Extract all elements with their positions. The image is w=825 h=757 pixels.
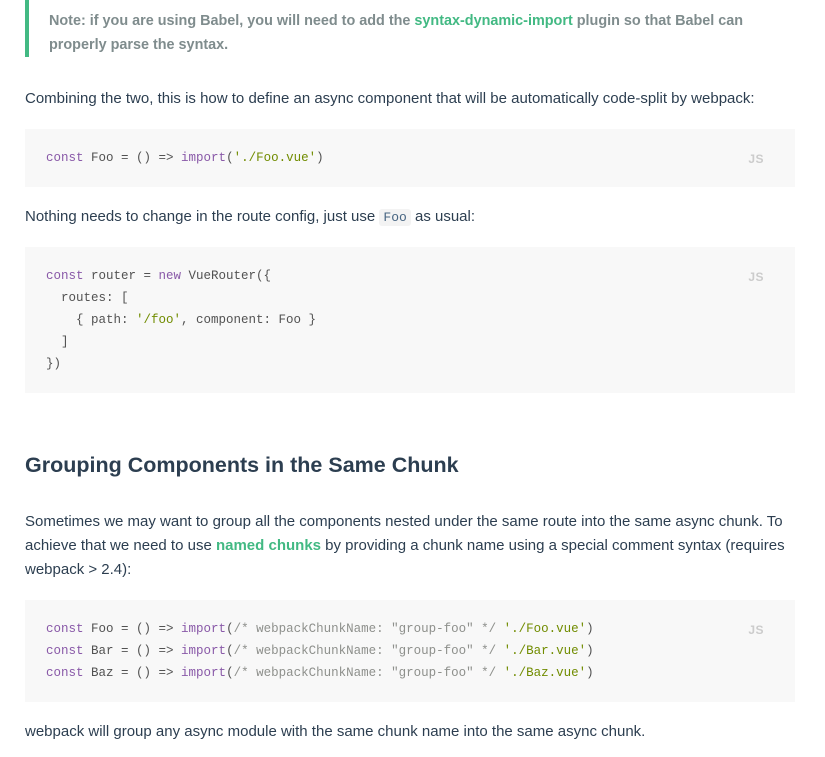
- code-block-chunks: JS const Foo = () => import(/* webpackCh…: [25, 600, 795, 702]
- syntax-dynamic-import-link[interactable]: syntax-dynamic-import: [414, 13, 572, 29]
- code-lines: const Foo = () => import(/* webpackChunk…: [46, 622, 594, 680]
- note-text-before: Note: if you are using Babel, you will n…: [49, 13, 415, 29]
- code-line: const Foo = () => import('./Foo.vue'): [46, 151, 324, 165]
- named-chunks-link[interactable]: named chunks: [216, 537, 321, 554]
- babel-note: Note: if you are using Babel, you will n…: [25, 0, 785, 57]
- webpack-group-paragraph: webpack will group any async module with…: [25, 723, 646, 740]
- grouping-paragraph: Sometimes we may want to group all the c…: [25, 513, 785, 578]
- route-config-paragraph: Nothing needs to change in the route con…: [25, 208, 476, 226]
- code-lang-label: JS: [748, 270, 764, 284]
- code-block-router: JS const router = new VueRouter({ routes…: [25, 247, 795, 393]
- code-lang-label: JS: [748, 152, 764, 166]
- code-block-async-component: JS const Foo = () => import('./Foo.vue'): [25, 129, 795, 187]
- code-lines: const router = new VueRouter({ routes: […: [46, 269, 317, 371]
- section-heading: Grouping Components in the Same Chunk: [25, 453, 459, 477]
- code-lang-label: JS: [748, 623, 764, 637]
- combining-paragraph: Combining the two, this is how to define…: [25, 90, 755, 107]
- inline-code-foo: Foo: [379, 209, 411, 226]
